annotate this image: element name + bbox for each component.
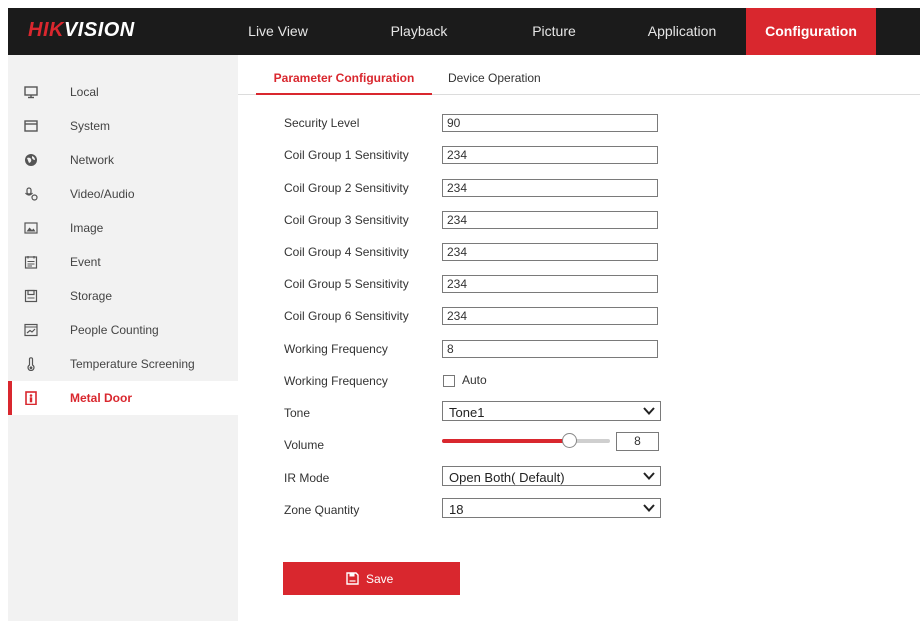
monitor-icon	[24, 86, 38, 99]
coil-group-2-label: Coil Group 2 Sensitivity	[284, 181, 409, 195]
sidebar: Local System Network Video/Audio Image E…	[8, 55, 238, 621]
tone-label: Tone	[284, 406, 311, 420]
sidebar-item-label: Network	[70, 153, 115, 167]
top-nav-bar: HIKVISION Live View Playback Picture App…	[8, 8, 920, 55]
coil-group-6-input[interactable]	[442, 307, 658, 325]
coil-group-5-label: Coil Group 5 Sensitivity	[284, 277, 409, 291]
system-icon	[24, 120, 38, 132]
sidebar-item-video-audio[interactable]: Video/Audio	[8, 177, 238, 211]
nav-configuration[interactable]: Configuration	[746, 8, 876, 55]
storage-icon	[24, 289, 38, 303]
sidebar-item-label: Metal Door	[70, 391, 133, 405]
sidebar-item-people-counting[interactable]: People Counting	[8, 313, 238, 347]
sidebar-item-event[interactable]: Event	[8, 245, 238, 279]
volume-label: Volume	[284, 438, 325, 452]
sidebar-item-image[interactable]: Image	[8, 211, 238, 245]
people-counting-icon	[24, 323, 38, 337]
working-frequency-auto-label: Working Frequency	[284, 374, 388, 388]
sidebar-item-label: Temperature Screening	[70, 357, 195, 371]
globe-icon	[25, 154, 37, 166]
nav-picture[interactable]: Picture	[514, 8, 594, 55]
volume-slider-thumb[interactable]	[562, 433, 577, 448]
chevron-down-icon	[643, 407, 655, 415]
sidebar-item-local[interactable]: Local	[8, 75, 238, 109]
thermometer-icon	[27, 357, 35, 371]
sidebar-item-storage[interactable]: Storage	[8, 279, 238, 313]
sidebar-item-label: Image	[70, 221, 104, 235]
ir-mode-label: IR Mode	[284, 471, 330, 485]
metal-door-icon	[25, 391, 37, 405]
coil-group-4-label: Coil Group 4 Sensitivity	[284, 245, 409, 259]
working-frequency-label: Working Frequency	[284, 342, 388, 356]
save-button-label: Save	[366, 572, 394, 586]
tab-parameter-configuration[interactable]: Parameter Configuration	[256, 71, 432, 95]
coil-group-1-input[interactable]	[442, 146, 658, 164]
volume-slider-fill	[442, 439, 570, 443]
image-icon	[24, 222, 38, 234]
coil-group-5-input[interactable]	[442, 275, 658, 293]
calendar-icon	[24, 256, 38, 269]
nav-application[interactable]: Application	[632, 8, 732, 55]
tab-device-operation[interactable]: Device Operation	[448, 71, 541, 95]
sidebar-item-metal-door[interactable]: Metal Door	[8, 381, 238, 415]
auto-checkbox-label: Auto	[462, 373, 487, 387]
zone-quantity-select-value: 18	[449, 502, 464, 517]
sidebar-item-label: People Counting	[70, 323, 159, 337]
sidebar-item-label: Video/Audio	[70, 187, 135, 201]
sidebar-item-label: Event	[70, 255, 101, 269]
security-level-input[interactable]	[442, 114, 658, 132]
save-icon	[346, 572, 359, 585]
video-audio-icon	[25, 187, 38, 201]
zone-quantity-label: Zone Quantity	[284, 503, 360, 517]
sidebar-item-temperature-screening[interactable]: Temperature Screening	[8, 347, 238, 381]
volume-value-box[interactable]: 8	[616, 432, 659, 451]
sidebar-item-label: Storage	[70, 289, 113, 303]
tone-select[interactable]: Tone1	[442, 401, 661, 421]
zone-quantity-select[interactable]: 18	[442, 498, 661, 518]
volume-slider[interactable]	[442, 439, 610, 443]
coil-group-2-input[interactable]	[442, 179, 658, 197]
coil-group-3-label: Coil Group 3 Sensitivity	[284, 213, 409, 227]
coil-group-1-label: Coil Group 1 Sensitivity	[284, 148, 409, 162]
sidebar-item-network[interactable]: Network	[8, 143, 238, 177]
auto-checkbox[interactable]	[443, 375, 455, 387]
coil-group-6-label: Coil Group 6 Sensitivity	[284, 309, 409, 323]
tone-select-value: Tone1	[449, 405, 485, 420]
chevron-down-icon	[643, 472, 655, 480]
working-frequency-input[interactable]	[442, 340, 658, 358]
chevron-down-icon	[643, 504, 655, 512]
nav-playback[interactable]: Playback	[374, 8, 464, 55]
sidebar-item-label: System	[70, 119, 111, 133]
ir-mode-select[interactable]: Open Both( Default)	[442, 466, 661, 486]
sidebar-item-label: Local	[70, 85, 99, 99]
coil-group-4-input[interactable]	[442, 243, 658, 261]
sidebar-item-system[interactable]: System	[8, 109, 238, 143]
ir-mode-select-value: Open Both( Default)	[449, 470, 565, 485]
coil-group-3-input[interactable]	[442, 211, 658, 229]
save-button[interactable]: Save	[283, 562, 460, 595]
nav-live-view[interactable]: Live View	[238, 8, 318, 55]
active-indicator	[8, 381, 12, 415]
hikvision-logo: HIKVISION	[28, 19, 135, 41]
sub-tab-bar: Parameter Configuration Device Operation	[238, 55, 920, 95]
security-level-label: Security Level	[284, 116, 360, 130]
